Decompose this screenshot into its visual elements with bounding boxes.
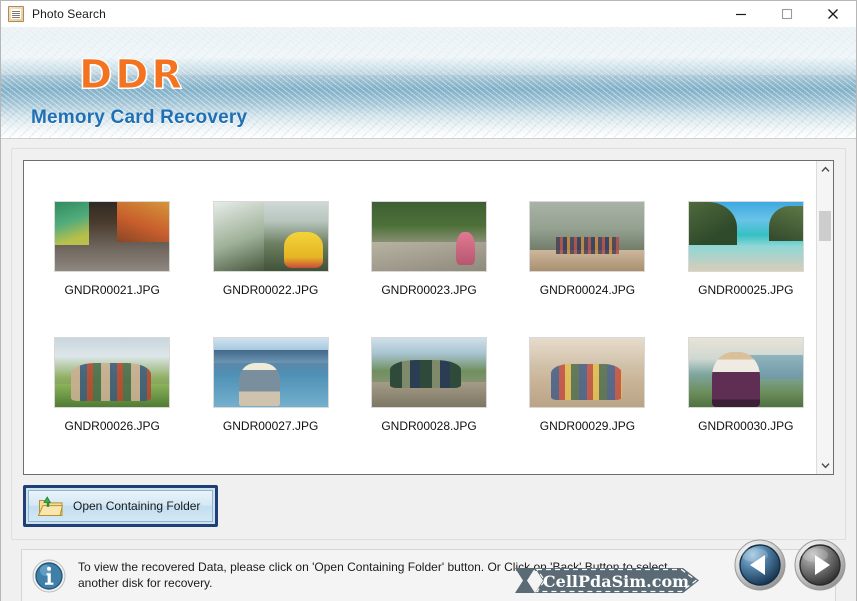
- open-containing-folder-focus-ring: Open Containing Folder: [23, 485, 218, 527]
- window-controls: [718, 1, 856, 27]
- product-subtitle: Memory Card Recovery: [31, 107, 248, 128]
- thumbnail-image[interactable]: [212, 201, 329, 272]
- thumbnail-filename: GNDR00024.JPG: [539, 283, 636, 297]
- title-bar: Photo Search: [1, 1, 856, 27]
- scroll-down-button[interactable]: [817, 457, 833, 474]
- scrollbar-track[interactable]: [817, 178, 833, 457]
- thumbnail-item[interactable]: GNDR00022.JPG: [200, 201, 340, 337]
- thumbnail-image[interactable]: [687, 337, 804, 408]
- minimize-button[interactable]: [718, 1, 764, 27]
- thumbnail-item[interactable]: GNDR00023.JPG: [359, 201, 499, 337]
- recovered-files-panel: GNDR00021.JPG GNDR00022.JPG GNDR00023.JP…: [11, 148, 846, 540]
- thumbnail-image[interactable]: [54, 337, 171, 408]
- thumbnail-item[interactable]: GNDR00026.JPG: [42, 337, 182, 473]
- brand-banner: DDR Memory Card Recovery: [1, 27, 856, 139]
- thumbnail-filename: GNDR00029.JPG: [539, 419, 636, 433]
- thumbnail-image[interactable]: [529, 337, 646, 408]
- close-icon: [828, 9, 838, 19]
- open-folder-upload-icon: [37, 495, 64, 517]
- watermark-banner: CellPdaSim.com: [513, 564, 709, 597]
- thumbnail-filename: GNDR00022.JPG: [222, 283, 319, 297]
- information-icon: [32, 559, 66, 593]
- content-area: GNDR00021.JPG GNDR00022.JPG GNDR00023.JP…: [1, 139, 856, 601]
- thumbnail-scroll-area: GNDR00021.JPG GNDR00022.JPG GNDR00023.JP…: [24, 161, 816, 474]
- open-containing-folder-label: Open Containing Folder: [73, 499, 201, 513]
- thumbnail-filename: GNDR00026.JPG: [64, 419, 160, 433]
- thumbnail-list[interactable]: GNDR00021.JPG GNDR00022.JPG GNDR00023.JP…: [23, 160, 834, 475]
- watermark-text: CellPdaSim.com: [543, 572, 689, 591]
- vertical-scrollbar[interactable]: [816, 161, 833, 474]
- scroll-up-button[interactable]: [817, 161, 833, 178]
- application-window: Photo Search DDR Memory Card Recovery GN…: [0, 0, 857, 601]
- thumbnail-filename: GNDR00023.JPG: [381, 283, 477, 297]
- minimize-icon: [736, 13, 746, 16]
- close-button[interactable]: [810, 1, 856, 27]
- thumbnail-image[interactable]: [529, 201, 646, 272]
- thumbnail-filename: GNDR00030.JPG: [698, 419, 794, 433]
- ddr-logo: DDR: [78, 52, 186, 99]
- thumbnail-filename: GNDR00025.JPG: [698, 283, 794, 297]
- thumbnail-item[interactable]: GNDR00028.JPG: [359, 337, 499, 473]
- thumbnail-filename: GNDR00021.JPG: [64, 283, 160, 297]
- status-info-bar: To view the recovered Data, please click…: [21, 549, 836, 601]
- thumbnail-item[interactable]: GNDR00025.JPG: [676, 201, 816, 337]
- thumbnail-item[interactable]: GNDR00030.JPG: [676, 337, 816, 473]
- scrollbar-thumb[interactable]: [819, 211, 831, 242]
- thumbnail-row: GNDR00026.JPG GNDR00027.JPG GNDR00028.JP…: [24, 337, 816, 473]
- thumbnail-filename: GNDR00027.JPG: [222, 419, 319, 433]
- photo-search-app-icon: [8, 6, 24, 22]
- chevron-up-icon: [820, 166, 830, 172]
- thumbnail-row: GNDR00021.JPG GNDR00022.JPG GNDR00023.JP…: [24, 201, 816, 337]
- maximize-button[interactable]: [764, 1, 810, 27]
- thumbnail-image[interactable]: [54, 201, 171, 272]
- thumbnail-item[interactable]: GNDR00024.JPG: [517, 201, 657, 337]
- thumbnail-image[interactable]: [371, 201, 488, 272]
- thumbnail-item[interactable]: GNDR00027.JPG: [200, 337, 340, 473]
- maximize-icon: [781, 8, 793, 20]
- next-button[interactable]: [794, 539, 846, 591]
- thumbnail-image[interactable]: [687, 201, 804, 272]
- back-button[interactable]: [734, 539, 786, 591]
- thumbnail-item[interactable]: GNDR00029.JPG: [517, 337, 657, 473]
- navigation-buttons: [734, 539, 846, 591]
- thumbnail-filename: GNDR00028.JPG: [381, 419, 477, 433]
- thumbnail-image[interactable]: [212, 337, 329, 408]
- thumbnail-image[interactable]: [371, 337, 488, 408]
- open-containing-folder-button[interactable]: Open Containing Folder: [28, 490, 213, 522]
- action-row: Open Containing Folder: [23, 485, 834, 527]
- info-wrapper: To view the recovered Data, please click…: [11, 540, 846, 601]
- thumbnail-item[interactable]: GNDR00021.JPG: [42, 201, 182, 337]
- window-title: Photo Search: [32, 7, 106, 21]
- chevron-down-icon: [820, 463, 830, 469]
